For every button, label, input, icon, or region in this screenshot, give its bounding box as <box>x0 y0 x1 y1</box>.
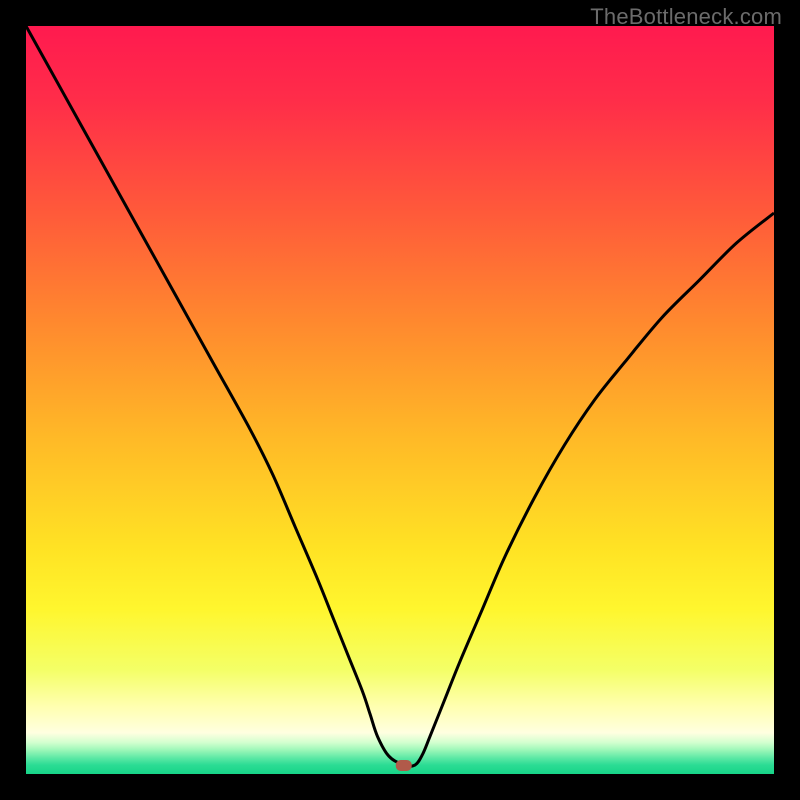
bottleneck-chart <box>26 26 774 774</box>
chart-frame: { "watermark": "TheBottleneck.com", "col… <box>0 0 800 800</box>
gradient-background <box>26 26 774 774</box>
optimal-point-marker <box>396 760 412 771</box>
